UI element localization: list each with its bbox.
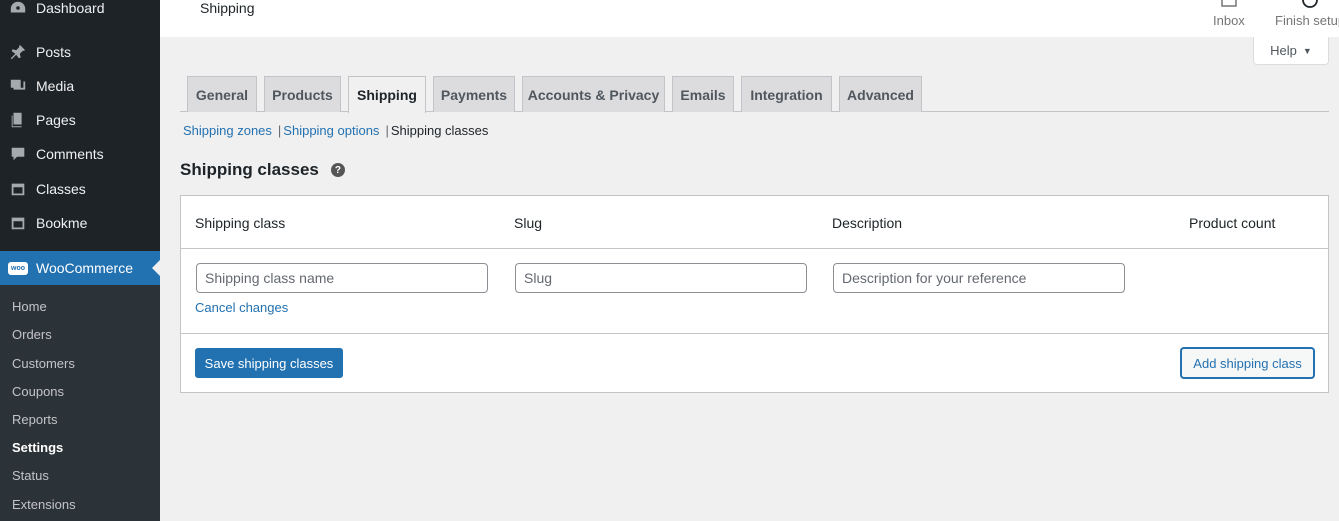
sidebar-item-label: Media [36, 78, 75, 94]
link-shipping-options[interactable]: Shipping options [283, 123, 379, 138]
comment-icon [0, 145, 36, 163]
sidebar-item-label: Classes [36, 181, 86, 197]
page-title: Shipping [200, 0, 255, 16]
sidebar-item-comments[interactable]: Comments [0, 137, 160, 171]
header-slug: Slug [514, 215, 543, 231]
submenu-customers[interactable]: Customers [12, 356, 75, 371]
description-input[interactable] [833, 263, 1125, 293]
row-divider [181, 333, 1328, 334]
header-product-count: Product count [1189, 215, 1276, 231]
cancel-changes-link[interactable]: Cancel changes [195, 300, 288, 315]
finish-setup-label: Finish setup [1275, 13, 1339, 28]
sidebar-item-dashboard[interactable]: Dashboard [0, 0, 160, 25]
sidebar-item-pages[interactable]: Pages [0, 103, 160, 137]
section-heading: Shipping classes ? [180, 160, 345, 180]
admin-sidebar: Dashboard Posts Media Pages Comments Cla… [0, 0, 160, 521]
sidebar-item-label: WooCommerce [36, 260, 133, 276]
media-icon [0, 77, 36, 95]
link-shipping-zones[interactable]: Shipping zones [183, 123, 272, 138]
sidebar-item-label: Dashboard [36, 0, 105, 16]
save-shipping-classes-button[interactable]: Save shipping classes [195, 348, 343, 378]
woo-badge: woo [8, 261, 28, 275]
inbox-button[interactable]: Inbox [1213, 0, 1245, 28]
header-description: Description [832, 215, 903, 231]
tab-products[interactable]: Products [264, 76, 341, 112]
submenu-settings[interactable]: Settings [12, 440, 63, 455]
header-bar: Shipping Inbox Finish setup [160, 0, 1339, 37]
tab-emails[interactable]: Emails [672, 76, 734, 112]
tab-advanced[interactable]: Advanced [839, 76, 922, 112]
sidebar-item-label: Bookme [36, 215, 88, 231]
shipping-subnav: Shipping zones | Shipping options | Ship… [183, 123, 488, 138]
tab-general[interactable]: General [187, 76, 257, 112]
inbox-label: Inbox [1213, 13, 1245, 28]
slug-input[interactable] [515, 263, 807, 293]
sidebar-item-media[interactable]: Media [0, 69, 160, 103]
tab-payments[interactable]: Payments [433, 76, 515, 112]
dashboard-icon [0, 0, 36, 17]
help-label: Help [1270, 43, 1297, 58]
tab-shipping[interactable]: Shipping [348, 76, 426, 113]
row-divider [181, 248, 1328, 249]
calendar-icon [0, 180, 36, 198]
help-button[interactable]: Help ▼ [1253, 37, 1329, 65]
link-shipping-classes-current: Shipping classes [390, 123, 489, 138]
sidebar-item-label: Pages [36, 112, 76, 128]
subnav-separator: | [277, 123, 282, 138]
settings-tabs: General Products Shipping Payments Accou… [180, 76, 1329, 113]
add-shipping-class-button[interactable]: Add shipping class [1181, 348, 1314, 378]
submenu-home[interactable]: Home [12, 299, 47, 314]
pin-icon [0, 43, 36, 61]
caret-down-icon: ▼ [1302, 45, 1312, 56]
sidebar-item-woocommerce[interactable]: woo WooCommerce [0, 251, 160, 285]
sidebar-item-posts[interactable]: Posts [0, 35, 160, 69]
sidebar-item-label: Posts [36, 44, 72, 60]
shipping-class-name-input[interactable] [196, 263, 488, 293]
sidebar-item-classes[interactable]: Classes [0, 172, 160, 206]
shipping-classes-table: Shipping class Slug Description Product … [180, 195, 1329, 393]
tab-accounts-privacy[interactable]: Accounts & Privacy [522, 76, 665, 112]
submenu-reports[interactable]: Reports [12, 412, 58, 427]
submenu-extensions[interactable]: Extensions [12, 497, 76, 512]
submenu-status[interactable]: Status [12, 468, 49, 483]
sidebar-item-label: Comments [36, 146, 104, 162]
subnav-separator: | [385, 123, 389, 138]
calendar-icon [0, 214, 36, 232]
woo-icon: woo [0, 261, 36, 275]
pages-icon [0, 111, 36, 129]
submenu-coupons[interactable]: Coupons [12, 384, 64, 399]
header-shipping-class: Shipping class [195, 215, 286, 231]
tab-integration[interactable]: Integration [741, 76, 832, 112]
submenu-orders[interactable]: Orders [12, 327, 52, 342]
finish-setup-button[interactable]: Finish setup [1275, 0, 1339, 28]
section-title-text: Shipping classes [180, 160, 319, 179]
help-tip-icon[interactable]: ? [330, 163, 345, 177]
woocommerce-submenu: Home Orders Customers Coupons Reports Se… [0, 285, 160, 521]
sidebar-item-bookme[interactable]: Bookme [0, 206, 160, 240]
